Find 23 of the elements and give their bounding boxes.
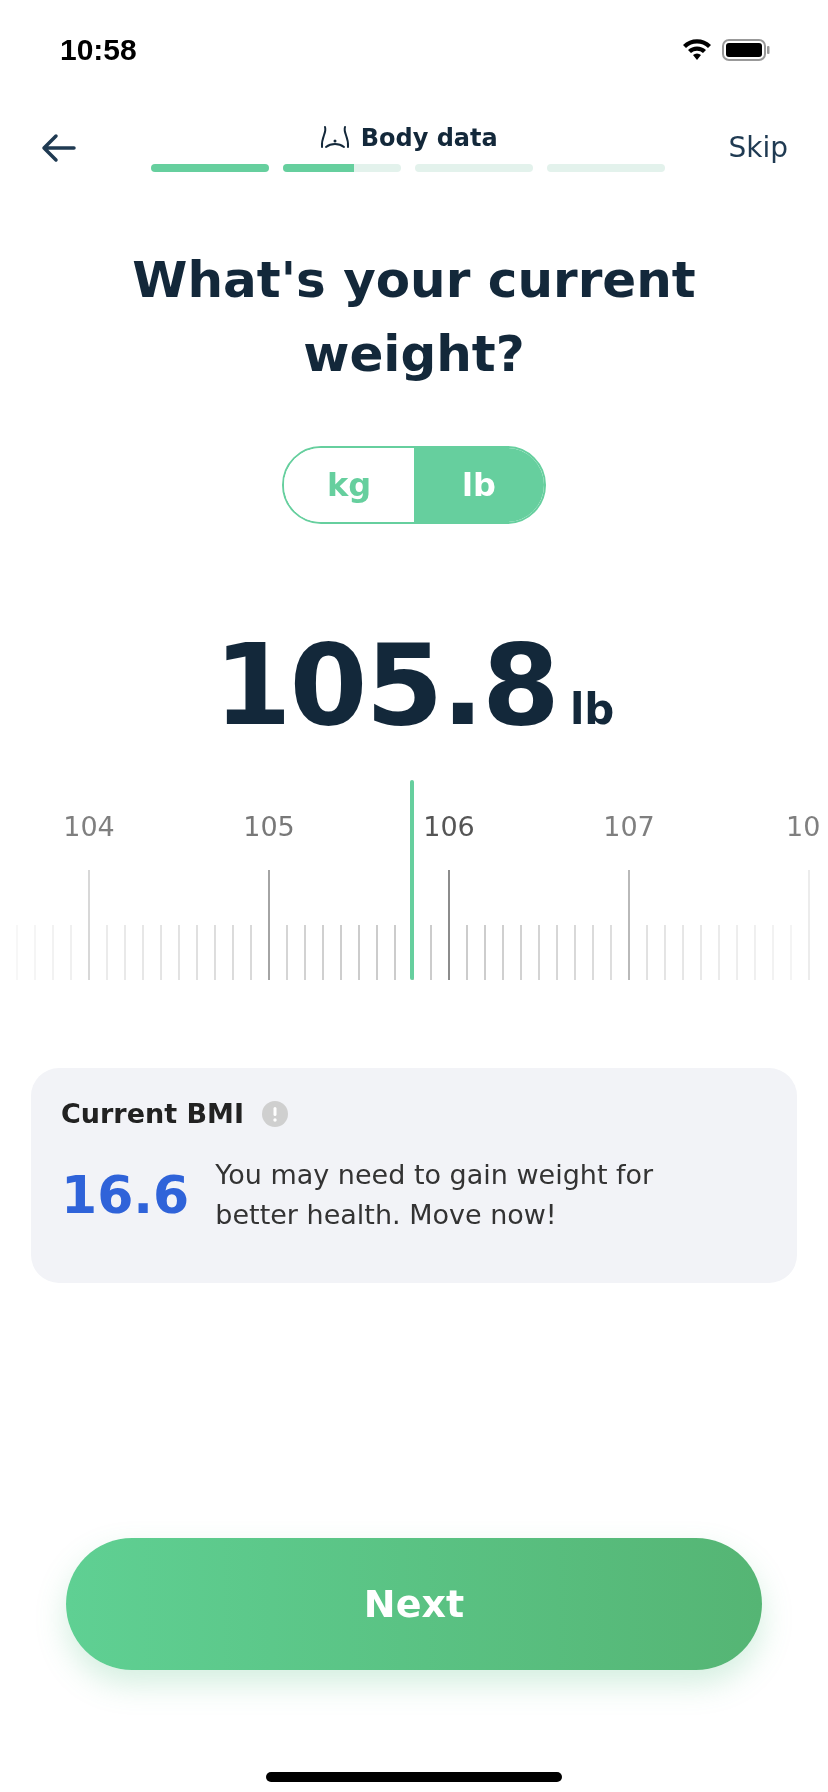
info-icon[interactable]: [262, 1100, 288, 1127]
weight-value: 105.8: [213, 620, 558, 750]
battery-icon: [722, 38, 770, 62]
bmi-value: 16.6: [61, 1165, 190, 1225]
waist-icon: [318, 124, 351, 151]
ruler-pointer[interactable]: [410, 780, 414, 980]
back-arrow-icon: [40, 132, 76, 163]
ruler-label: 107: [603, 811, 655, 842]
next-button[interactable]: Next: [66, 1538, 762, 1670]
ruler-label: 10: [786, 811, 821, 842]
unit-option[interactable]: lb: [414, 448, 544, 522]
status-time: 10:58: [60, 33, 137, 67]
ruler-label: 105: [243, 811, 295, 842]
question-heading: What's your current weight?: [131, 250, 697, 385]
skip-button[interactable]: Skip: [728, 131, 788, 164]
bmi-message: You may need to gain weight for better health. Move now!: [215, 1158, 655, 1232]
weight-unit: lb: [569, 685, 615, 734]
step-title: Body data: [360, 123, 498, 152]
bmi-title: Current BMI: [61, 1098, 244, 1129]
wifi-icon: [682, 38, 712, 62]
ruler-ticks-drawing[interactable]: [16, 869, 810, 981]
ruler-label: 104: [63, 811, 115, 842]
ruler-label: 106: [423, 811, 475, 842]
